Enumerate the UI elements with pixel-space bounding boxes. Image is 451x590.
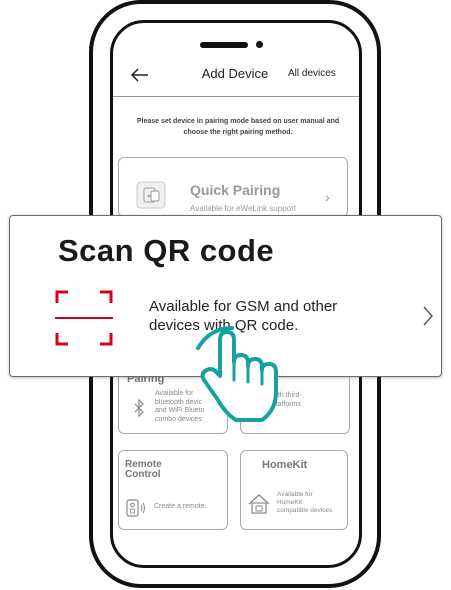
scan-qr-title: Scan QR code xyxy=(58,233,275,268)
remote-card-title: Remote Control xyxy=(125,460,205,480)
scan-desc-line: Available for GSM and other xyxy=(149,298,338,315)
remote-title-line: Control xyxy=(125,469,161,480)
chevron-right-icon: › xyxy=(325,189,330,205)
bluetooth-icon xyxy=(134,399,144,417)
page-title: Add Device xyxy=(201,66,269,81)
homekit-card-subtitle: Available for HomeKit compatible devices xyxy=(277,491,347,515)
all-devices-link[interactable]: All devices xyxy=(288,68,348,79)
back-arrow-icon[interactable] xyxy=(130,66,150,84)
qr-scan-icon xyxy=(55,290,113,346)
phone-speaker xyxy=(200,42,248,48)
quick-pairing-icon xyxy=(136,181,166,209)
remote-icon xyxy=(126,499,145,517)
chevron-right-icon[interactable] xyxy=(421,304,435,328)
house-icon xyxy=(248,494,270,514)
homekit-card-title: HomeKit xyxy=(262,459,308,471)
homekit-sub-line: HomeKit xyxy=(277,499,302,506)
pairing-instructions: Please set device in pairing mode based … xyxy=(136,118,340,136)
phone-camera xyxy=(256,41,263,48)
hand-pointer-icon xyxy=(196,326,278,422)
remote-card-subtitle: Create a remote. xyxy=(154,503,207,510)
quick-pairing-title: Quick Pairing xyxy=(190,182,281,198)
header-divider xyxy=(113,96,359,97)
quick-pairing-subtitle: Available for eWeLink support xyxy=(190,204,296,213)
homekit-sub-line: compatible devices xyxy=(277,507,333,514)
homekit-sub-line: Available for xyxy=(277,491,313,498)
